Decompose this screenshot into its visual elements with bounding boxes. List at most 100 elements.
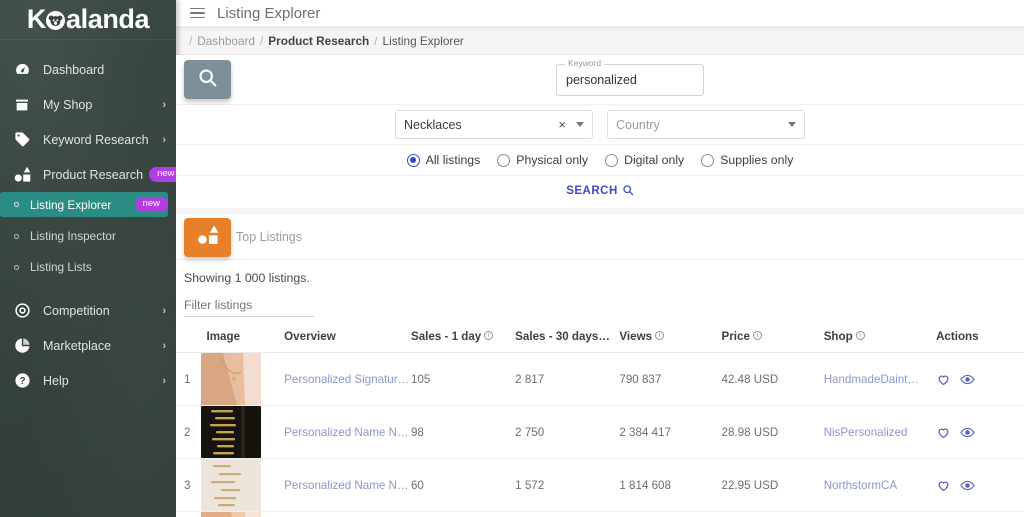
main-content: Listing Explorer / Dashboard / Product R… — [176, 0, 1024, 517]
filter-listings-input[interactable] — [184, 298, 314, 317]
col-sales-30-days[interactable]: Sales - 30 days… — [515, 323, 620, 353]
listing-thumbnail[interactable] — [200, 459, 279, 511]
row-index: 2 — [176, 405, 201, 459]
col-shop[interactable]: Shop i — [823, 323, 937, 353]
sidebar-item-my-shop[interactable]: My Shop › — [0, 87, 176, 122]
row-sales30-cell: 2 817 — [515, 352, 620, 406]
col-price-label: Price — [721, 330, 750, 343]
magnifier-icon — [197, 67, 218, 93]
sidebar-item-competition[interactable]: Competition › — [0, 293, 176, 328]
info-icon[interactable]: i — [855, 331, 865, 340]
heart-icon[interactable] — [936, 425, 951, 440]
eye-icon[interactable] — [960, 478, 975, 493]
hamburger-icon[interactable] — [190, 7, 205, 19]
sidebar-item-help[interactable]: ? Help › — [0, 363, 176, 398]
col-overview[interactable]: Overview — [278, 323, 411, 353]
radio-physical-only[interactable]: Physical only — [497, 153, 588, 167]
info-icon[interactable]: i — [655, 331, 665, 340]
heart-icon[interactable] — [936, 372, 951, 387]
col-price[interactable]: Price i — [721, 323, 824, 353]
radio-label: Supplies only — [720, 153, 794, 167]
badge-new: new — [149, 167, 176, 182]
search-submit-row: SEARCH — [176, 176, 1024, 206]
sidebar-item-keyword-research[interactable]: Keyword Research › — [0, 122, 176, 157]
table-row[interactable]: 2 Personalized Name Nec 98 2 750 2 384 4… — [176, 405, 1024, 459]
breadcrumb-item-listing-explorer[interactable]: Listing Explorer — [383, 34, 464, 48]
col-shop-label: Shop — [823, 330, 853, 343]
col-image[interactable]: Image — [200, 323, 279, 353]
table-row[interactable]: 4 — [176, 511, 1024, 517]
sidebar-item-listing-lists[interactable]: Listing Lists — [0, 255, 176, 279]
row-views-cell: 790 837 — [619, 352, 722, 406]
row-overview-cell: Personalized Name Neck… — [278, 405, 411, 459]
target-icon — [12, 301, 32, 321]
col-views[interactable]: Views i — [619, 323, 722, 353]
listing-title-link[interactable]: Personalized Name Neck… — [278, 426, 411, 439]
bullet-icon — [14, 264, 19, 270]
row-price-cell: 22.95 USD — [721, 458, 824, 512]
keyword-row: Keyword personalized — [176, 55, 1024, 105]
col-sales-1-day[interactable]: Sales - 1 day i — [410, 323, 516, 353]
clear-icon[interactable]: × — [558, 117, 566, 132]
col-actions: Actions — [936, 323, 1024, 353]
info-icon[interactable]: i — [752, 331, 762, 340]
breadcrumb-item-product-research[interactable]: Product Research — [268, 34, 369, 48]
sidebar-item-dashboard[interactable]: Dashboard — [0, 52, 176, 87]
brand-logo[interactable]: K alanda — [0, 0, 176, 40]
row-actions-cell — [936, 511, 1024, 517]
keyword-field[interactable]: Keyword personalized — [556, 58, 704, 96]
category-country-row: Necklaces × Country — [176, 105, 1024, 145]
row-shop-cell: NorthstormCA — [823, 458, 937, 512]
shop-link[interactable]: NorthstormCA — [824, 479, 936, 492]
radio-digital-only[interactable]: Digital only — [605, 153, 684, 167]
search-panel-icon-button[interactable] — [184, 60, 231, 99]
category-select[interactable]: Necklaces × — [395, 110, 593, 139]
row-price-cell: 28.98 USD — [721, 405, 824, 459]
eye-icon[interactable] — [960, 372, 975, 387]
sidebar-item-product-research[interactable]: Product Research new ⌄ — [0, 157, 176, 192]
row-image-cell[interactable] — [200, 458, 279, 512]
sidebar-item-listing-inspector[interactable]: Listing Inspector — [0, 224, 176, 248]
row-shop-cell: BELIIY… — [823, 511, 937, 517]
sidebar-item-marketplace[interactable]: Marketplace › — [0, 328, 176, 363]
radio-indicator — [701, 153, 715, 167]
breadcrumb-item-dashboard[interactable]: Dashboard — [197, 34, 255, 48]
info-icon[interactable]: i — [484, 331, 494, 340]
top-listings-panel: Top Listings Showing 1 000 listings. Fil… — [176, 214, 1024, 517]
listing-title-link[interactable]: Personalized Signature … — [278, 373, 411, 386]
table-row[interactable]: 1 Personalized Signature … 105 2 817 790… — [176, 352, 1024, 406]
row-index: 3 — [176, 458, 201, 512]
breadcrumb-separator: / — [260, 33, 264, 48]
row-image-cell[interactable] — [200, 405, 279, 459]
keyword-field-value: personalized — [566, 72, 637, 87]
radio-label: All listings — [425, 153, 481, 167]
heart-icon[interactable] — [936, 478, 951, 493]
listing-thumbnail[interactable] — [200, 406, 279, 458]
row-views-cell: 1 814 608 — [619, 458, 722, 512]
scroll-area[interactable]: Keyword personalized Necklaces × Country — [176, 55, 1024, 517]
listings-table-head: Image Overview Sales - 1 day i Sales - 30… — [176, 323, 1024, 353]
radio-supplies-only[interactable]: Supplies only — [701, 153, 793, 167]
row-shop-cell: HandmadeDaint… — [823, 352, 937, 406]
shop-link[interactable]: NisPersonalized — [824, 426, 936, 439]
radio-all-listings[interactable]: All listings — [406, 153, 481, 167]
search-button[interactable]: SEARCH — [566, 184, 634, 199]
chevron-right-icon: › — [162, 133, 166, 146]
listing-thumbnail[interactable] — [200, 353, 279, 405]
row-price-cell: 42.48 USD — [721, 352, 824, 406]
radio-label: Digital only — [624, 153, 685, 167]
row-overview-cell: Personalized Name Neckl… — [278, 511, 411, 517]
eye-icon[interactable] — [960, 425, 975, 440]
row-sales1-cell: 98 — [410, 405, 516, 459]
row-image-cell[interactable] — [200, 511, 279, 517]
listing-thumbnail[interactable] — [200, 512, 279, 517]
table-row[interactable]: 3 Personalized Name Nec 60 1 572 1 814 6… — [176, 458, 1024, 512]
listing-title-link[interactable]: Personalized Name Neck… — [278, 479, 411, 492]
brand-name-suffix: alanda — [65, 4, 150, 34]
country-select[interactable]: Country — [607, 110, 805, 139]
sidebar-item-listing-explorer[interactable]: Listing Explorer new — [0, 192, 168, 217]
shapes-icon — [197, 224, 219, 251]
shop-link[interactable]: HandmadeDaint… — [824, 373, 936, 386]
row-index: 4 — [176, 511, 201, 517]
row-image-cell[interactable] — [200, 352, 279, 406]
